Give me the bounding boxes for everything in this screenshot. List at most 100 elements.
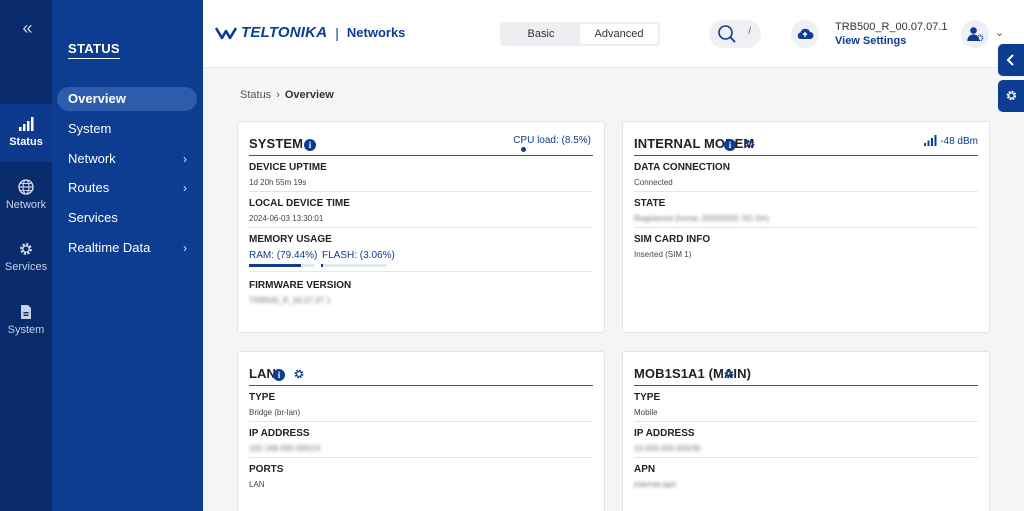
field-value: internet.apn xyxy=(634,480,677,489)
field-label: TYPE xyxy=(634,392,661,403)
field-value: 192.168.000.000/24 xyxy=(249,444,321,453)
status-submenu: STATUS Overview System Network › Routes › … xyxy=(52,0,203,511)
globe-icon xyxy=(18,179,34,195)
submenu-title: STATUS xyxy=(68,41,120,59)
ram-usage-bar xyxy=(249,264,315,267)
nav-item-label: Network xyxy=(68,151,116,166)
signal-bars-icon xyxy=(19,117,34,131)
data-connection-field: DATA CONNECTION Connected xyxy=(634,156,978,192)
uptime-field: DEVICE UPTIME 1d 20h 55m 19s xyxy=(249,156,593,192)
card-header: MOB1S1A1 (MAIN) xyxy=(634,364,978,386)
collapse-panel-tab[interactable] xyxy=(998,44,1024,76)
collapse-menu-icon[interactable]: « xyxy=(0,18,52,39)
sim-card-field: SIM CARD INFO Inserted (SIM 1) xyxy=(634,228,978,264)
rail-item-label: Network xyxy=(5,199,47,211)
card-header: INTERNAL MODEM i -48 dBm xyxy=(634,134,978,156)
nav-item-routes[interactable]: Routes › xyxy=(57,176,197,200)
cpu-load-indicator xyxy=(521,147,526,152)
nav-item-label: System xyxy=(68,121,112,136)
nav-item-label: Services xyxy=(68,210,118,225)
cloud-upload-button[interactable] xyxy=(791,20,819,48)
nav-item-label: Overview xyxy=(68,91,126,106)
nav-item-realtime-data[interactable]: Realtime Data › xyxy=(57,236,197,260)
device-name: TRB500_R_00.07.07.1 xyxy=(835,21,948,33)
gear-icon[interactable] xyxy=(293,368,305,380)
card-title: SYSTEM xyxy=(249,136,304,151)
signal-strength: -48 dBm xyxy=(924,135,978,147)
card-header: LAN i xyxy=(249,364,593,386)
info-icon[interactable]: i xyxy=(724,139,736,151)
brand-name: TELTONIKA xyxy=(241,24,328,41)
chevron-right-icon: › xyxy=(183,241,187,255)
brand-subname: Networks xyxy=(346,25,406,40)
card-header: SYSTEM i CPU load: (8.5%) xyxy=(249,134,593,156)
field-label: PORTS xyxy=(249,464,284,475)
rail-item-label: Status xyxy=(9,136,43,148)
chevron-left-icon xyxy=(1006,54,1014,66)
nav-item-system[interactable]: System xyxy=(57,117,197,141)
advanced-mode-button[interactable]: Advanced xyxy=(580,24,658,44)
basic-mode-button[interactable]: Basic xyxy=(502,24,580,44)
signal-value: -48 dBm xyxy=(940,136,978,147)
field-label: LOCAL DEVICE TIME xyxy=(249,198,350,209)
card-title: LAN xyxy=(249,366,277,381)
teltonika-logo-mark-icon xyxy=(215,26,237,39)
rail-item-label: Services xyxy=(4,261,48,273)
breadcrumb: Status › Overview xyxy=(240,89,334,101)
flash-usage-bar xyxy=(321,264,387,267)
rail-item-system[interactable]: System xyxy=(0,292,52,350)
search-shortcut: / xyxy=(748,26,751,37)
gear-icon[interactable] xyxy=(744,138,756,150)
lan-ip-field: IP ADDRESS 192.168.000.000/24 xyxy=(249,422,593,458)
chevron-down-icon[interactable]: ⌄ xyxy=(995,26,1004,39)
mobile-apn-field: APN internet.apn xyxy=(634,458,978,494)
card-header-icons: i xyxy=(273,366,305,384)
user-menu-button[interactable] xyxy=(961,20,989,48)
field-label: STATE xyxy=(634,198,666,209)
gear-icon[interactable] xyxy=(723,368,735,380)
cloud-upload-icon xyxy=(797,28,814,39)
mode-toggle: Basic Advanced xyxy=(500,22,660,46)
field-label: IP ADDRESS xyxy=(249,428,310,439)
field-value: LAN xyxy=(249,480,265,489)
rail-item-services[interactable]: Services xyxy=(0,229,52,287)
ram-usage-fill xyxy=(249,264,302,267)
field-value: Mobile xyxy=(634,408,658,417)
signal-bars-icon xyxy=(924,135,937,146)
mobile-ip-field: IP ADDRESS 10.000.000.000/30 xyxy=(634,422,978,458)
rail-item-network[interactable]: Network xyxy=(0,167,52,225)
memory-usage-field: MEMORY USAGE RAM: (79.44%) FLASH: (3.06%… xyxy=(249,228,593,272)
card-header-icons: i xyxy=(304,136,316,154)
nav-item-network[interactable]: Network › xyxy=(57,147,197,171)
state-field: STATE Registered (home; 00000000; 5G-SA) xyxy=(634,192,978,228)
field-label: DEVICE UPTIME xyxy=(249,162,327,173)
field-value: Inserted (SIM 1) xyxy=(634,250,692,259)
nav-item-label: Routes xyxy=(68,180,110,195)
field-value: Connected xyxy=(634,178,673,187)
settings-panel-tab[interactable] xyxy=(998,80,1024,112)
nav-item-services[interactable]: Services xyxy=(57,206,197,230)
ram-usage: RAM: (79.44%) xyxy=(249,250,318,261)
card-header-icons: i xyxy=(724,136,756,154)
rail-item-status[interactable]: Status xyxy=(0,104,52,162)
chevron-right-icon: › xyxy=(183,152,187,166)
gear-icon xyxy=(20,243,32,255)
field-value: TRB500_R_00.07.07.1 xyxy=(249,296,331,305)
lan-type-field: TYPE Bridge (br-lan) xyxy=(249,386,593,422)
internal-modem-card: INTERNAL MODEM i -48 dBm DATA CONNECTION… xyxy=(622,121,990,333)
search-button[interactable]: / xyxy=(709,20,761,48)
firmware-field: FIRMWARE VERSION TRB500_R_00.07.07.1 xyxy=(249,274,593,310)
teltonika-logo[interactable]: TELTONIKA | Networks xyxy=(215,24,405,41)
brand-separator: | xyxy=(335,24,339,41)
cpu-load: CPU load: (8.5%) xyxy=(513,135,591,146)
chevron-right-icon: › xyxy=(183,181,187,195)
field-label: FIRMWARE VERSION xyxy=(249,280,352,291)
gear-icon xyxy=(1006,90,1017,101)
field-value: 1d 20h 55m 19s xyxy=(249,178,307,187)
info-icon[interactable]: i xyxy=(273,369,285,381)
rail-item-label: System xyxy=(7,324,45,336)
view-settings-link[interactable]: View Settings xyxy=(835,35,906,47)
nav-item-overview[interactable]: Overview xyxy=(57,87,197,111)
info-icon[interactable]: i xyxy=(304,139,316,151)
breadcrumb-parent[interactable]: Status xyxy=(240,89,271,101)
